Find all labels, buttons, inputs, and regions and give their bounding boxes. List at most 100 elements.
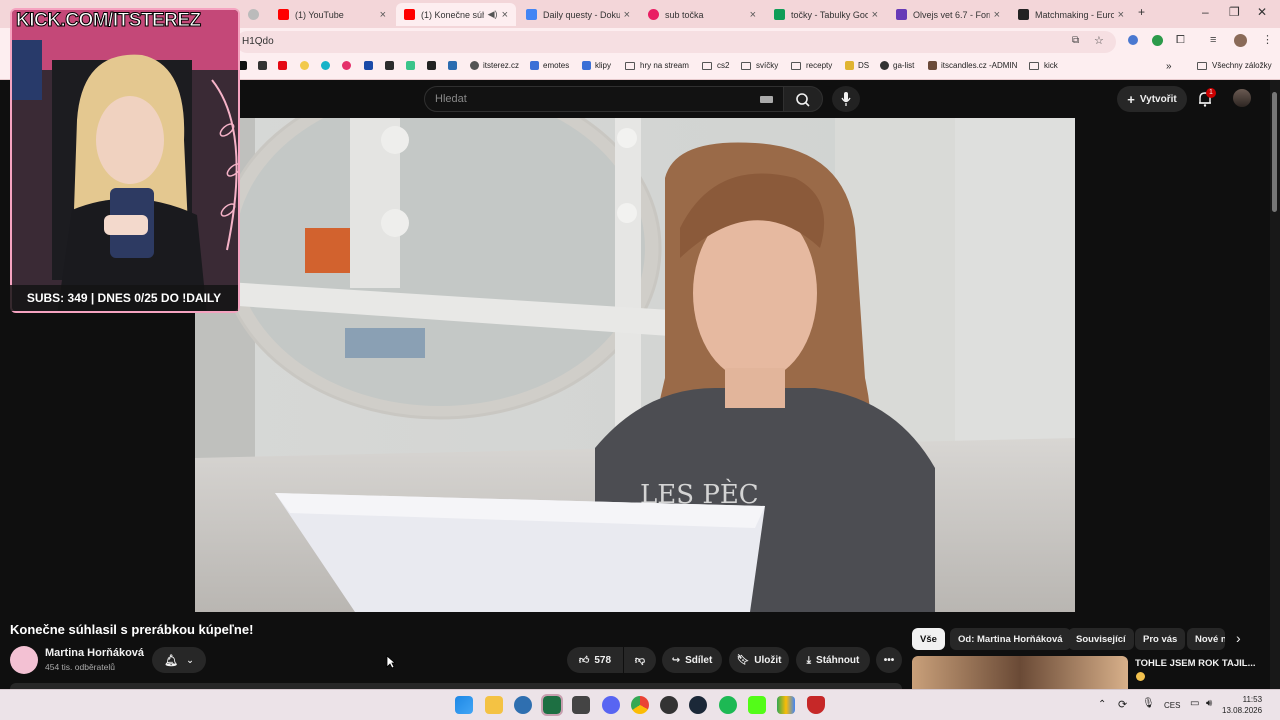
tab-close-icon[interactable]: × bbox=[1118, 9, 1124, 21]
bookmark-icon[interactable] bbox=[427, 61, 440, 70]
tray-sync-icon[interactable]: ⟳ bbox=[1118, 698, 1127, 711]
extensions-puzzle-icon[interactable]: ⧠ bbox=[1176, 34, 1185, 47]
chip-new[interactable]: Nové n bbox=[1187, 628, 1225, 650]
maximize-icon[interactable]: ❐ bbox=[1229, 5, 1240, 19]
save-button[interactable]: 🔖︎ Uložit bbox=[729, 647, 789, 673]
browser-tab-active[interactable]: (1) Konečne súhla ◀) × bbox=[396, 3, 516, 26]
tray-overflow-icon[interactable]: ⌃ bbox=[1098, 699, 1106, 710]
chip-for-you[interactable]: Pro vás bbox=[1135, 628, 1186, 650]
bookmark-icon[interactable] bbox=[300, 61, 313, 70]
browser-menu-icon[interactable]: ⋮ bbox=[1262, 33, 1273, 46]
bookmark-folder-cs2[interactable]: cs2 bbox=[702, 61, 729, 70]
create-button[interactable]: + Vytvořit bbox=[1117, 86, 1187, 112]
chip-from-channel[interactable]: Od: Martina Horňáková bbox=[950, 628, 1071, 650]
tab-audio-icon[interactable]: ◀) bbox=[488, 9, 498, 20]
bookmark-folder-recepty[interactable]: recepty bbox=[791, 61, 832, 70]
bookmark-itsterez[interactable]: itsterez.cz bbox=[470, 61, 519, 70]
shield-icon[interactable] bbox=[807, 696, 825, 714]
bookmark-icon[interactable] bbox=[448, 61, 461, 70]
extension-icon[interactable] bbox=[1128, 35, 1138, 45]
tab-close-icon[interactable]: × bbox=[750, 9, 756, 21]
language-indicator[interactable]: CES bbox=[1164, 701, 1180, 710]
more-bookmarks-icon[interactable]: » bbox=[1166, 61, 1172, 72]
bookmark-folder-hry[interactable]: hry na stream bbox=[625, 61, 689, 70]
tab-close-icon[interactable]: × bbox=[624, 9, 630, 21]
bookmark-ga-list[interactable]: ga-list bbox=[880, 61, 914, 70]
account-avatar[interactable] bbox=[1233, 89, 1251, 107]
bookmark-icon[interactable] bbox=[321, 61, 334, 70]
chip-related[interactable]: Související bbox=[1068, 628, 1134, 650]
tab-close-icon[interactable]: × bbox=[994, 9, 1000, 21]
network-icon[interactable]: ▭ bbox=[1190, 698, 1199, 709]
browser-tab-sub[interactable]: sub točka × bbox=[640, 3, 764, 26]
drive-icon[interactable] bbox=[777, 696, 795, 714]
steam-icon[interactable] bbox=[689, 696, 707, 714]
video-player[interactable]: LES PÈC bbox=[195, 118, 1075, 612]
bookmark-klipy[interactable]: klipy bbox=[582, 61, 611, 70]
discord-icon[interactable] bbox=[602, 696, 620, 714]
obs-icon[interactable] bbox=[660, 696, 678, 714]
tab-close-icon[interactable]: × bbox=[872, 9, 878, 21]
share-button[interactable]: ↪ Sdílet bbox=[662, 647, 722, 673]
paypal-icon[interactable] bbox=[364, 61, 377, 70]
file-explorer-icon[interactable] bbox=[485, 696, 503, 714]
new-tab-icon[interactable]: + bbox=[1138, 5, 1145, 19]
excel-icon[interactable] bbox=[541, 694, 563, 716]
close-window-icon[interactable]: ✕ bbox=[1257, 5, 1267, 19]
chrome-icon[interactable] bbox=[631, 696, 649, 714]
recommended-thumbnail[interactable] bbox=[912, 656, 1128, 689]
notifications-button[interactable]: 1 bbox=[1196, 88, 1216, 110]
bookmark-emotes[interactable]: emotes bbox=[530, 61, 569, 70]
browser-tab-docs[interactable]: Daily questy - Dokum × bbox=[518, 3, 638, 26]
channel-avatar[interactable] bbox=[10, 646, 38, 674]
minimize-icon[interactable]: – bbox=[1202, 5, 1209, 19]
browser-tab-matchmaking[interactable]: Matchmaking - Europ × bbox=[1010, 3, 1132, 26]
chevron-down-icon: ⌄ bbox=[186, 654, 194, 665]
tab-close-icon[interactable]: × bbox=[380, 9, 386, 21]
channel-name[interactable]: Martina Horňáková bbox=[45, 647, 144, 659]
bookmark-star-icon[interactable]: ☆ bbox=[1094, 34, 1104, 47]
netflix-icon[interactable] bbox=[278, 61, 291, 70]
url-bar[interactable]: H1Qdo bbox=[236, 31, 1116, 53]
browser-tab[interactable] bbox=[240, 3, 268, 26]
kick-icon[interactable] bbox=[748, 696, 766, 714]
bookmark-folder-svicky[interactable]: svíčky bbox=[741, 61, 778, 70]
page-scrollbar[interactable] bbox=[1270, 80, 1280, 689]
browser-tab-forms[interactable]: Olvejs vet 6.7 - Form × bbox=[888, 3, 1008, 26]
scrollbar-thumb[interactable] bbox=[1272, 92, 1277, 212]
profile-avatar[interactable] bbox=[1234, 34, 1247, 47]
app-icon[interactable] bbox=[572, 696, 590, 714]
more-actions-button[interactable]: ••• bbox=[876, 647, 902, 673]
ccleaner-icon[interactable] bbox=[514, 696, 532, 714]
subscribe-bell-button[interactable]: 🔔︎ ⌄ bbox=[152, 647, 206, 673]
bookmark-itscandles[interactable]: itscandles.cz -ADMIN bbox=[928, 61, 1017, 70]
extension-icon[interactable] bbox=[1152, 35, 1163, 46]
chips-next-arrow[interactable]: › bbox=[1236, 630, 1241, 646]
chip-all[interactable]: Vše bbox=[912, 628, 945, 650]
recommended-title[interactable]: TOHLE JSEM ROK TAJIL... bbox=[1135, 658, 1256, 669]
tab-close-icon[interactable]: × bbox=[502, 9, 508, 21]
bookmark-icon[interactable] bbox=[385, 61, 398, 70]
bookmark-icon[interactable] bbox=[258, 61, 271, 70]
install-app-icon[interactable]: ⧉ bbox=[1072, 35, 1079, 46]
browser-tab-sheets[interactable]: točky - Tabulky Goog × bbox=[766, 3, 886, 26]
like-button[interactable]: 👍︎ 578 bbox=[567, 647, 623, 673]
windows-start-icon[interactable] bbox=[455, 696, 473, 714]
keyboard-icon[interactable] bbox=[760, 96, 773, 103]
tab-search-icon[interactable]: ≡ bbox=[1210, 34, 1216, 46]
system-clock[interactable]: 11:53 13.08.2026 bbox=[1222, 694, 1262, 716]
bookmark-icon[interactable] bbox=[342, 61, 355, 70]
voice-search-button[interactable] bbox=[832, 86, 860, 112]
bookmark-icon[interactable] bbox=[406, 61, 419, 70]
search-button[interactable] bbox=[783, 86, 823, 112]
dislike-button[interactable]: 👎︎ bbox=[624, 647, 656, 673]
tray-mic-icon[interactable]: 🎙︎ bbox=[1142, 698, 1155, 709]
bookmark-folder-kick[interactable]: kick bbox=[1029, 61, 1058, 70]
volume-icon[interactable]: 🔊︎ bbox=[1206, 698, 1212, 709]
bookmark-ds[interactable]: DS bbox=[845, 61, 869, 70]
all-bookmarks[interactable]: Všechny záložky bbox=[1197, 61, 1272, 70]
download-button[interactable]: ⤓ Stáhnout bbox=[796, 647, 870, 673]
spotify-icon[interactable] bbox=[719, 696, 737, 714]
search-input[interactable]: Hledat bbox=[424, 86, 784, 112]
browser-tab-youtube[interactable]: (1) YouTube × bbox=[270, 3, 394, 26]
